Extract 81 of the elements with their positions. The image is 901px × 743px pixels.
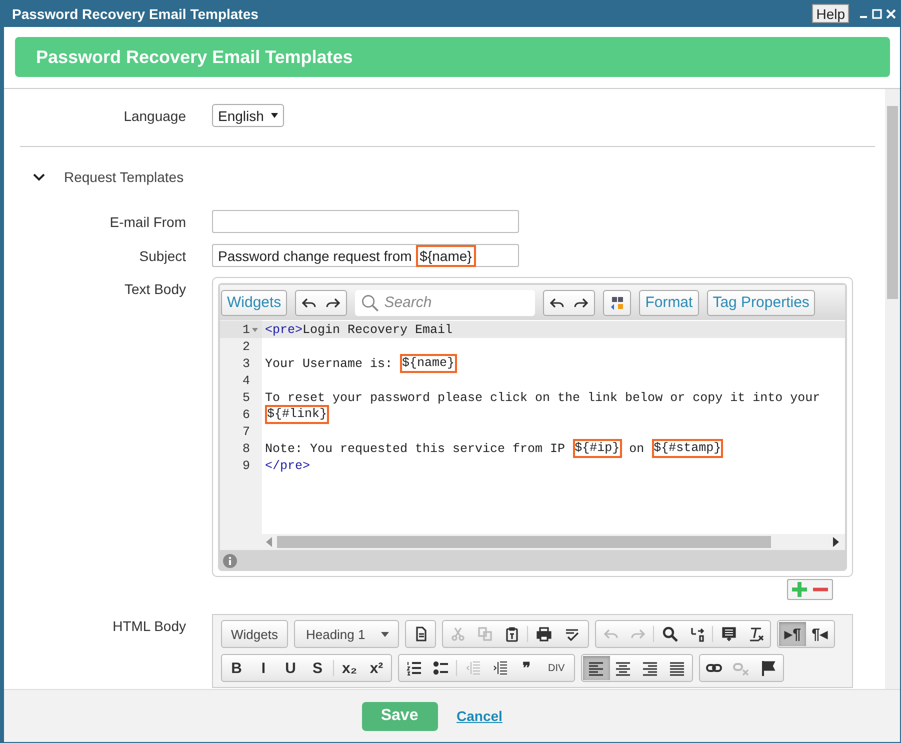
- spellcheck-button[interactable]: [603, 290, 632, 316]
- search-icon: [361, 294, 380, 312]
- align-left-icon: [588, 660, 604, 676]
- horizontal-scrollbar[interactable]: [220, 534, 845, 550]
- input-field[interactable]: [212, 210, 519, 233]
- line-number: 8: [242, 442, 250, 456]
- text: on: [628, 442, 646, 456]
- line-number: 6: [242, 408, 250, 422]
- field-label: Text Body: [124, 281, 186, 297]
- toolbar-button[interactable]: U: [277, 656, 304, 680]
- caret-icon: [271, 113, 278, 118]
- line-number: 7: [242, 424, 250, 438]
- markup-tag: </pre>: [265, 458, 310, 472]
- page-title: Password Recovery Email Templates: [36, 46, 353, 68]
- clipboard-icon: [504, 626, 520, 642]
- field-label: E-mail From: [108, 214, 186, 230]
- field-label: Language: [122, 108, 186, 124]
- toolbar-button[interactable]: I: [250, 656, 277, 680]
- toolbar-button[interactable]: ❞: [513, 656, 540, 680]
- line-number: 2: [242, 340, 250, 354]
- line-number: 9: [242, 458, 250, 472]
- history-buttons[interactable]: [543, 290, 596, 316]
- toolbar-button[interactable]: x₂: [336, 656, 363, 680]
- template-variable: ${#stamp}: [652, 439, 724, 458]
- clear-format-icon: [748, 626, 764, 642]
- input-field[interactable]: Password change request from ${name}: [212, 244, 519, 267]
- numbered-list-icon: [406, 660, 422, 676]
- justify-icon: [669, 660, 686, 676]
- align-right-icon: [642, 660, 658, 676]
- toolbar-button[interactable]: Widgets: [221, 290, 288, 316]
- toolbar-button[interactable]: DIV: [540, 656, 573, 680]
- text: Your Username is:: [265, 356, 394, 370]
- scissors-icon: [450, 626, 466, 642]
- copy-icon: [476, 626, 493, 642]
- toolbar-button[interactable]: S: [304, 656, 331, 680]
- toolbar-button[interactable]: ¶◂: [806, 622, 834, 646]
- printer-icon: [536, 626, 552, 642]
- outdent-icon: [464, 660, 480, 676]
- template-variable: ${#ip}: [572, 439, 622, 458]
- template-variable: ${name}: [400, 354, 457, 373]
- add-remove-buttons[interactable]: [787, 579, 833, 600]
- toolbar-button[interactable]: Format: [639, 290, 699, 316]
- unlink-icon: [733, 660, 750, 676]
- window-title: Password Recovery Email Templates: [12, 6, 260, 22]
- toolbar-button[interactable]: Widgets: [223, 622, 286, 646]
- toolbar-button[interactable]: [582, 656, 610, 680]
- align-center-icon: [615, 660, 632, 676]
- language-dropdown[interactable]: English: [212, 104, 284, 127]
- fold-caret-icon[interactable]: [252, 328, 258, 332]
- template-variable: ${#link}: [265, 405, 330, 424]
- caret-icon: [381, 632, 390, 636]
- maximize-icon[interactable]: [872, 8, 882, 18]
- chevron-down-icon[interactable]: [33, 171, 45, 183]
- markup-tag: <pre>: [265, 322, 303, 336]
- line-number: 3: [242, 356, 250, 370]
- toolbar-button[interactable]: ▸¶: [779, 622, 806, 646]
- toolbar-button[interactable]: B: [223, 656, 250, 680]
- info-icon[interactable]: [223, 554, 237, 568]
- text: Login Recovery Email: [302, 322, 453, 336]
- format-dropdown[interactable]: Heading 1: [296, 622, 398, 646]
- field-label: HTML Body: [112, 618, 186, 634]
- bullet-list-icon: [432, 660, 448, 676]
- line-number: 5: [242, 390, 250, 404]
- toolbar-button[interactable]: x²: [363, 656, 390, 680]
- text: To reset your password please click on the link below or copy it into your: [265, 390, 820, 404]
- history-buttons[interactable]: [295, 290, 348, 316]
- toolbar-button[interactable]: Tag Properties: [706, 290, 816, 316]
- line-number: 4: [242, 374, 250, 388]
- arrow-right-icon[interactable]: [833, 537, 839, 547]
- search-icon: [662, 626, 678, 642]
- field-label: Subject: [138, 248, 186, 264]
- vertical-scrollbar[interactable]: [885, 89, 900, 689]
- help-button[interactable]: Help: [812, 4, 849, 23]
- flag-icon: [760, 660, 776, 676]
- line-number: 1: [242, 322, 250, 336]
- close-icon[interactable]: [886, 8, 896, 18]
- search-field[interactable]: Search: [355, 290, 536, 316]
- section-title: Request Templates: [64, 169, 184, 185]
- text: Note: You requested this service from IP: [265, 442, 566, 456]
- swap-icon: [688, 626, 705, 642]
- indent-icon: [492, 660, 508, 676]
